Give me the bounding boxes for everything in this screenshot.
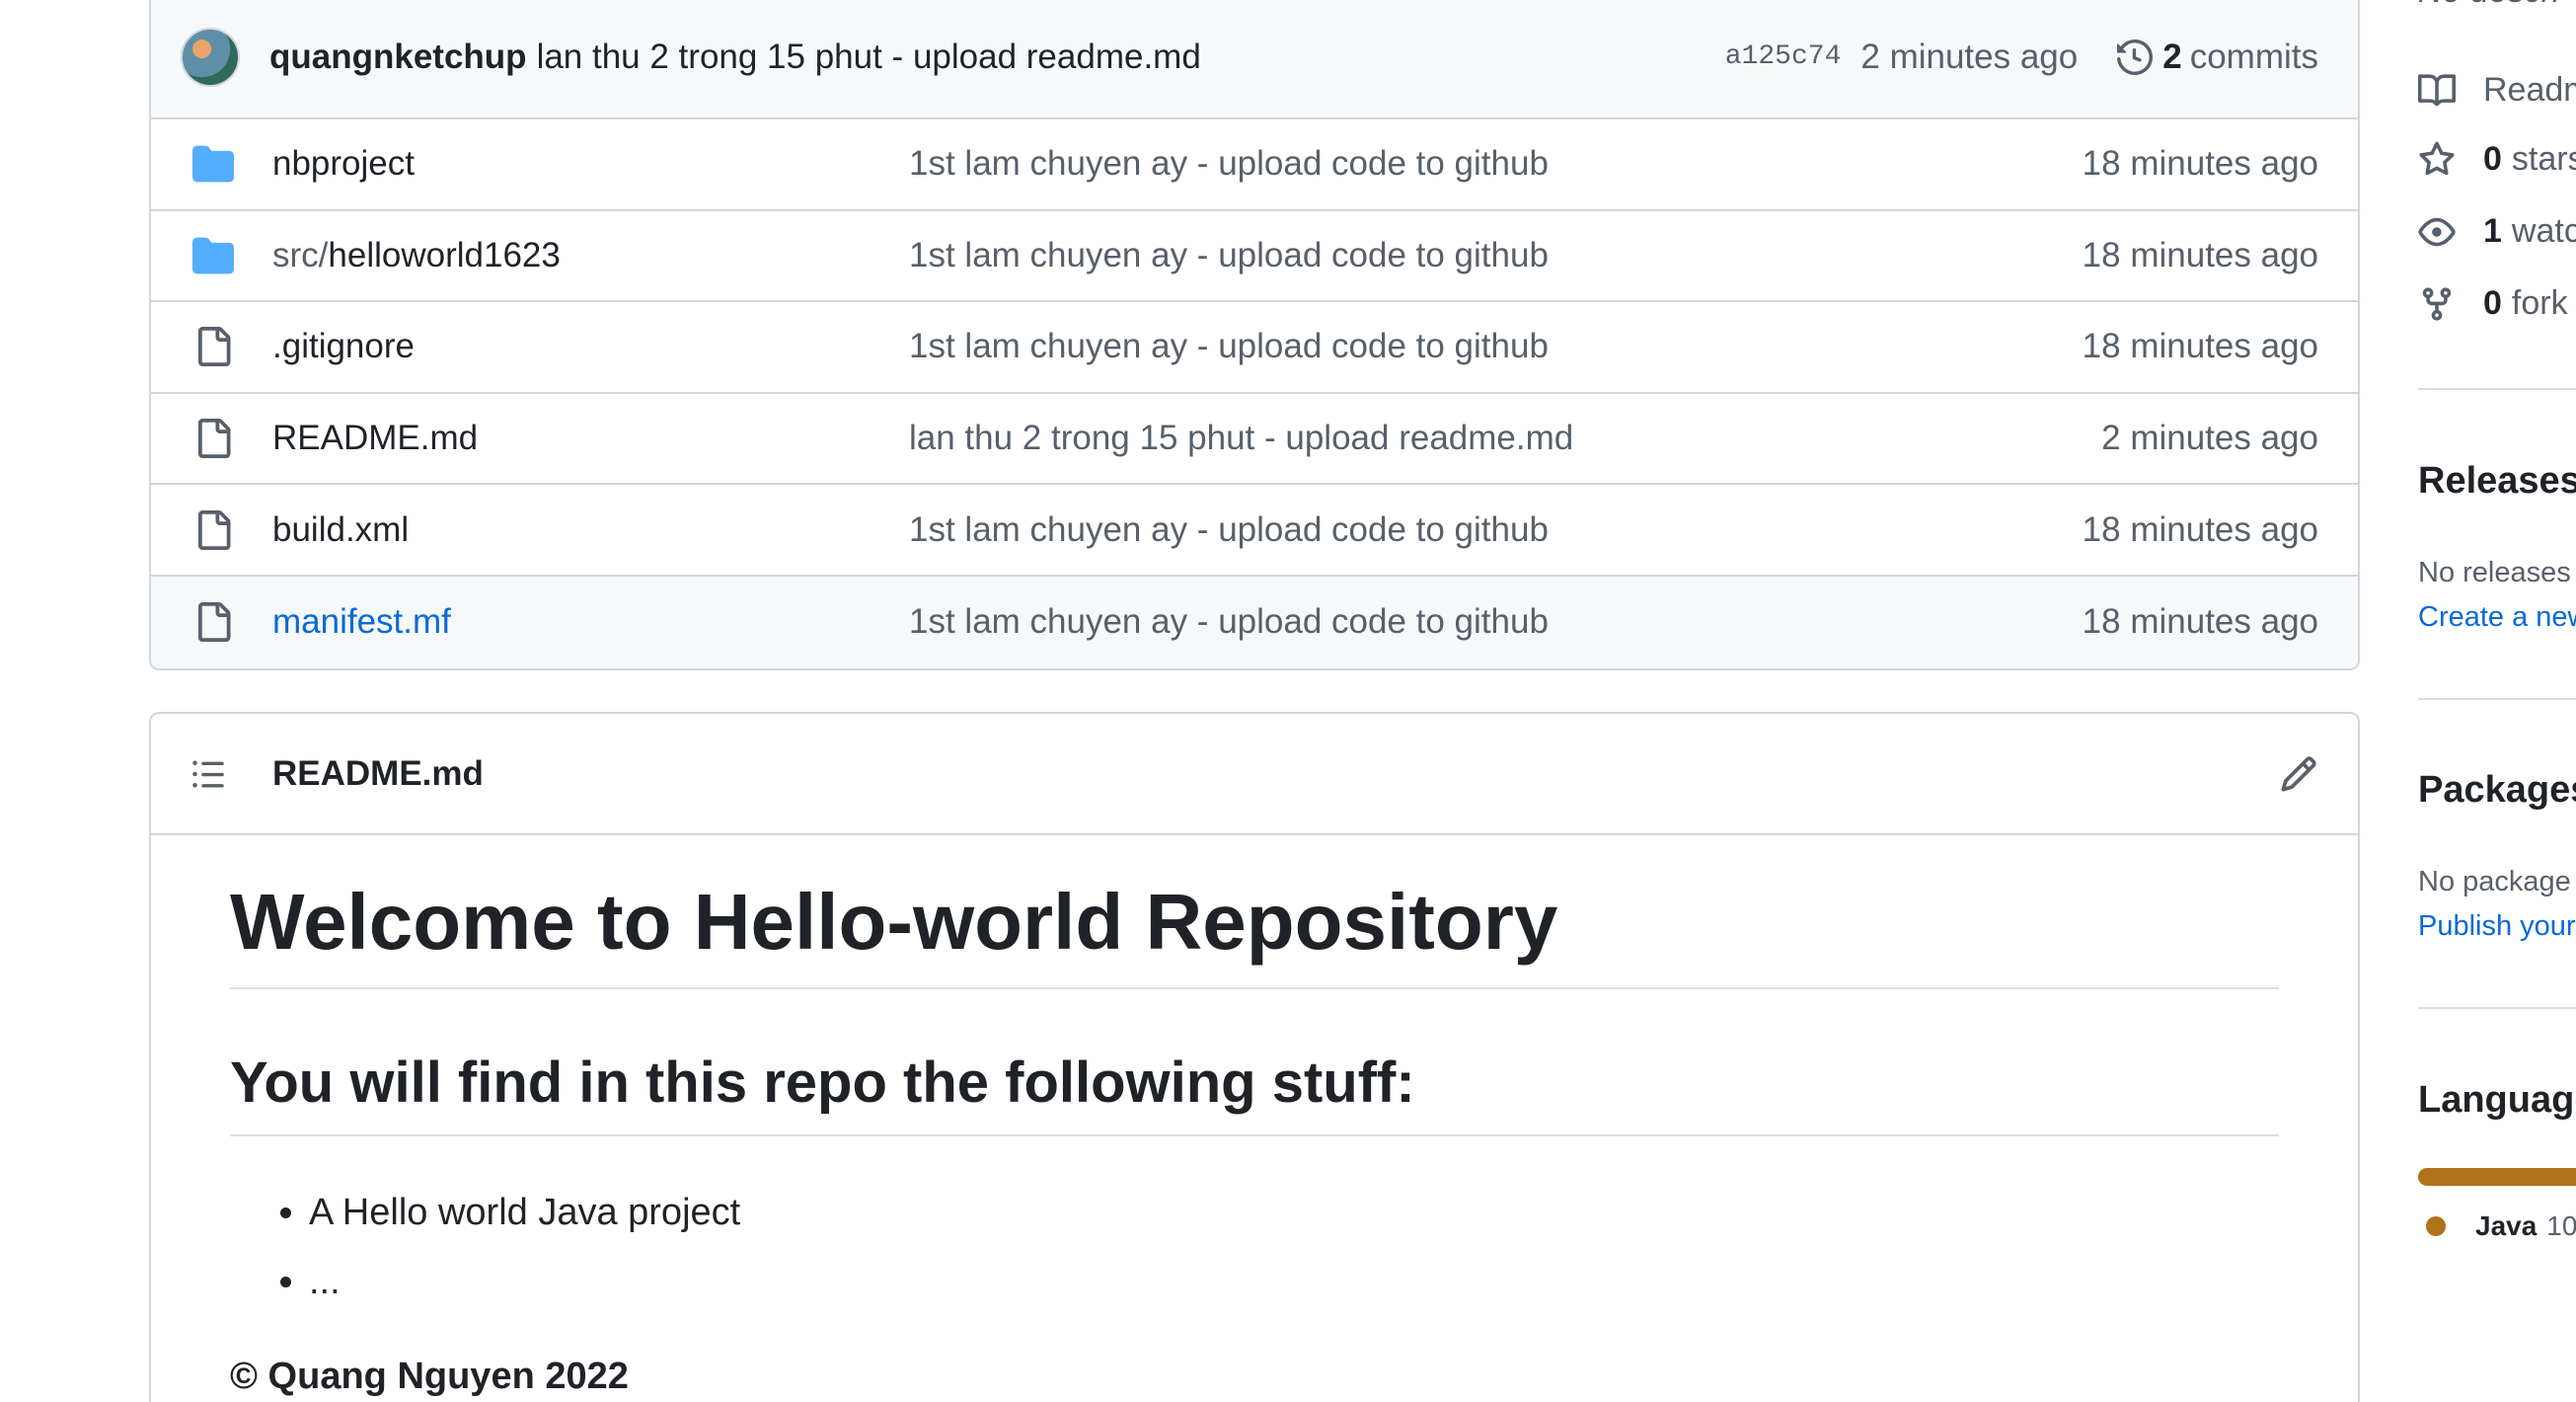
avatar[interactable] (181, 27, 240, 87)
readme-link[interactable]: Readm (2418, 71, 2576, 110)
file-row[interactable]: build.xml 1st lam chuyen ay - upload code… (151, 485, 2358, 577)
folder-icon (190, 233, 235, 277)
file-name-link[interactable]: manifest.mf (272, 602, 909, 642)
star-icon (2419, 141, 2455, 175)
list-item: ... (309, 1247, 2279, 1316)
divider (2418, 698, 2576, 700)
list-item: A Hello world Java project (309, 1178, 2279, 1247)
commit-count: 2 (2162, 37, 2182, 76)
commit-time: 2 minutes ago (1860, 37, 2079, 76)
divider (2418, 388, 2576, 390)
repo-description: No descri (2418, 0, 2560, 11)
stars-link[interactable]: 0 stars (2418, 140, 2576, 179)
language-bar (2418, 1168, 2576, 1186)
languages-heading: Language (2418, 1079, 2576, 1121)
file-commit-message-link[interactable]: 1st lam chuyen ay - upload code to githu… (909, 510, 2083, 550)
file-icon (190, 600, 235, 645)
releases-empty-text: No releases (2418, 557, 2571, 588)
readme-copyright: © Quang Nguyen 2022 (230, 1355, 629, 1397)
file-name: nbproject (272, 144, 415, 184)
file-commit-time: 18 minutes ago (2082, 509, 2318, 549)
file-name-link[interactable]: src/helloworld1623 (272, 236, 909, 275)
readme-bullet-list: A Hello world Java project ... (230, 1178, 2279, 1316)
forks-label: fork (2511, 284, 2568, 322)
history-icon (2117, 39, 2154, 75)
commits-history-link[interactable]: 2 commits (2117, 38, 2318, 77)
fork-icon (2422, 286, 2452, 321)
watchers-link[interactable]: 1 watc (2418, 212, 2576, 251)
file-commit-time: 18 minutes ago (2082, 235, 2318, 274)
stars-count: 0 (2483, 140, 2502, 178)
file-name: .gitignore (272, 327, 415, 366)
file-row[interactable]: .gitignore 1st lam chuyen ay - upload cod… (151, 302, 2358, 394)
file-row[interactable]: nbproject 1st lam chuyen ay - upload code… (151, 119, 2358, 211)
forks-link[interactable]: 0 fork (2418, 284, 2568, 323)
book-icon (2418, 73, 2456, 106)
file-name: README.md (272, 419, 479, 458)
file-name-link[interactable]: .gitignore (272, 327, 909, 366)
file-name-link[interactable]: nbproject (272, 144, 909, 184)
file-commit-time: 18 minutes ago (2082, 144, 2318, 184)
file-icon (190, 417, 235, 461)
list-unordered-icon[interactable] (190, 756, 235, 792)
file-name-link[interactable]: build.xml (272, 510, 909, 550)
file-rows: nbproject 1st lam chuyen ay - upload code… (151, 119, 2358, 668)
language-percent: 10 (2546, 1210, 2576, 1241)
forks-count: 0 (2483, 284, 2502, 322)
latest-commit-bar: quangnketchup lan thu 2 trong 15 phut - … (151, 0, 2358, 119)
readme-filename[interactable]: README.md (272, 754, 484, 794)
file-commit-message-link[interactable]: 1st lam chuyen ay - upload code to githu… (909, 327, 2083, 366)
file-path-prefix: src/ (272, 235, 329, 274)
commit-author-link[interactable]: quangnketchup (269, 38, 527, 77)
language-name: Java (2475, 1210, 2538, 1241)
readme-link-label: Readm (2483, 71, 2576, 109)
readme-heading-1: Welcome to Hello-world Repository (230, 877, 2279, 989)
file-list-box: quangnketchup lan thu 2 trong 15 phut - … (149, 0, 2360, 670)
eye-icon (2418, 217, 2456, 246)
repo-page: quangnketchup lan thu 2 trong 15 phut - … (0, 0, 2576, 1402)
commit-message-link[interactable]: lan thu 2 trong 15 phut - upload readme.… (537, 38, 1201, 77)
language-color-dot (2426, 1216, 2446, 1236)
file-name: manifest.mf (272, 602, 451, 642)
file-commit-time: 18 minutes ago (2082, 327, 2318, 366)
readme-content: Welcome to Hello-world Repository You wi… (151, 835, 2358, 1398)
packages-empty-text: No package (2418, 866, 2571, 897)
watchers-count: 1 (2483, 212, 2502, 250)
publish-package-link[interactable]: Publish your (2418, 910, 2576, 943)
commit-sha-link[interactable]: a125c74 (1725, 41, 1842, 72)
divider (2418, 1007, 2576, 1009)
readme-box: README.md Welcome to Hello-world Reposit… (149, 712, 2360, 1402)
file-icon (190, 325, 235, 369)
file-name: build.xml (272, 509, 410, 549)
file-commit-message-link[interactable]: 1st lam chuyen ay - upload code to githu… (909, 236, 2083, 275)
commit-meta: a125c74 2 minutes ago 2 commits (1725, 38, 2318, 77)
file-commit-time: 2 minutes ago (2101, 419, 2318, 458)
pencil-icon[interactable] (2279, 754, 2318, 794)
file-commit-message-link[interactable]: 1st lam chuyen ay - upload code to githu… (909, 144, 2083, 184)
about-sidebar: No descri Readm 0 stars 1 watc 0 fork Re… (2418, 0, 2576, 1402)
file-name-link[interactable]: README.md (272, 419, 909, 458)
create-release-link[interactable]: Create a new (2418, 601, 2576, 634)
releases-heading[interactable]: Releases (2418, 460, 2576, 503)
file-commit-message-link[interactable]: lan thu 2 trong 15 phut - upload readme.… (909, 419, 2101, 458)
file-name: helloworld1623 (328, 235, 561, 274)
language-item-java[interactable]: Java 10 (2426, 1210, 2576, 1242)
folder-icon (190, 142, 235, 187)
watchers-label: watc (2511, 212, 2576, 250)
file-row[interactable]: manifest.mf 1st lam chuyen ay - upload co… (151, 576, 2358, 668)
stars-label: stars (2511, 140, 2576, 178)
file-row[interactable]: src/helloworld1623 1st lam chuyen ay - up… (151, 211, 2358, 303)
readme-heading-2: You will find in this repo the following… (230, 1051, 2279, 1136)
readme-header: README.md (151, 714, 2358, 835)
file-icon (190, 507, 235, 552)
file-row[interactable]: README.md lan thu 2 trong 15 phut - uploa… (151, 394, 2358, 486)
file-commit-time: 18 minutes ago (2082, 602, 2318, 642)
commit-count-label: commits (2189, 37, 2318, 76)
file-commit-message-link[interactable]: 1st lam chuyen ay - upload code to githu… (909, 602, 2083, 642)
packages-heading[interactable]: Packages (2418, 769, 2576, 812)
